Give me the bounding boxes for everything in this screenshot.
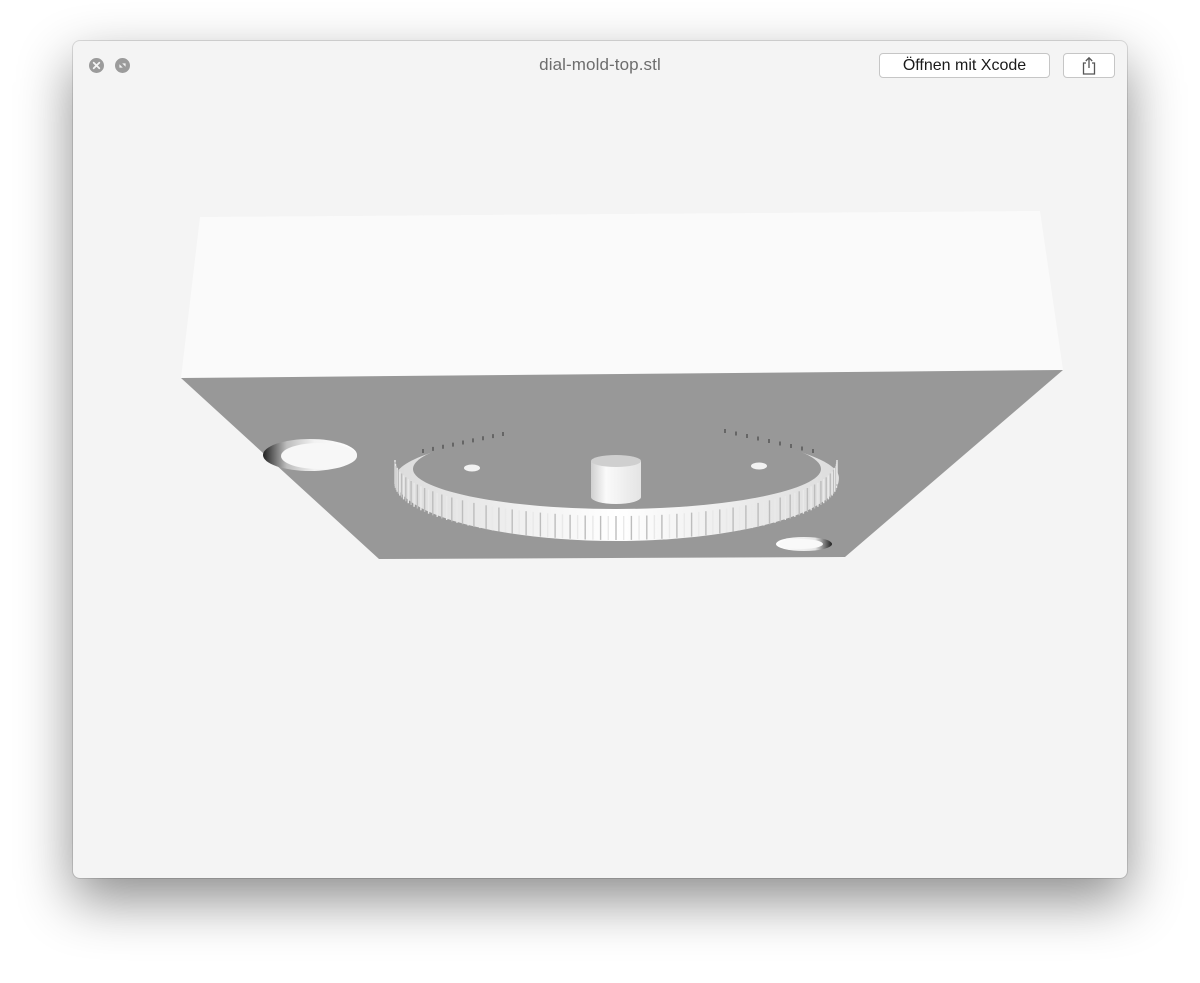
model-top-face — [181, 211, 1063, 378]
center-boss — [591, 455, 641, 504]
pin-hole-right — [751, 462, 767, 470]
title-bar[interactable]: dial-mold-top.stl Öffnen mit Xcode — [73, 41, 1127, 89]
share-icon — [1082, 56, 1096, 75]
stl-3d-model[interactable] — [73, 89, 1127, 878]
model-viewport[interactable] — [73, 89, 1127, 878]
open-with-xcode-button[interactable]: Öffnen mit Xcode — [879, 53, 1050, 78]
alignment-hole-right — [776, 537, 832, 551]
pin-hole-left — [464, 464, 480, 472]
share-button[interactable] — [1063, 53, 1115, 78]
alignment-hole-left — [263, 439, 357, 471]
quick-look-window: dial-mold-top.stl Öffnen mit Xcode — [73, 41, 1127, 878]
